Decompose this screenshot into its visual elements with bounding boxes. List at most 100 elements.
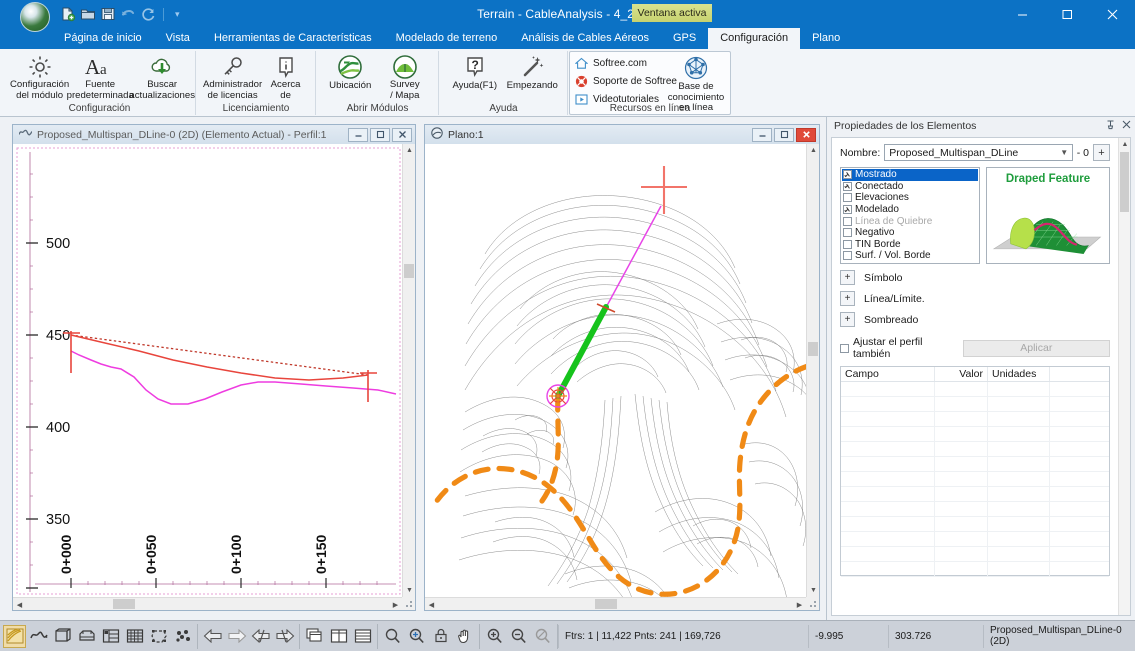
table-row[interactable] <box>841 427 1109 442</box>
checkbox[interactable] <box>843 228 852 237</box>
chevron-down-icon[interactable]: ▾ <box>175 9 180 20</box>
profile-vscroll-thumb[interactable] <box>404 264 414 278</box>
table-row[interactable] <box>841 562 1109 577</box>
scroll-right-icon[interactable]: ▶ <box>793 598 806 611</box>
close-icon[interactable] <box>1122 120 1131 133</box>
ribbon-button-administrador-de-licencias[interactable]: Administrador de licencias <box>203 53 262 101</box>
ribbon-button-ubicacion[interactable]: Ubicación <box>323 53 378 101</box>
zoom-extents-icon[interactable] <box>405 625 428 648</box>
scroll-down-icon[interactable]: ▼ <box>807 584 820 597</box>
properties-scroll-thumb[interactable] <box>1120 152 1129 212</box>
table-row[interactable] <box>841 502 1109 517</box>
ribbon-button-acerca-de[interactable]: Acerca de <box>262 53 309 101</box>
checkbox[interactable] <box>843 240 852 249</box>
points-cluster-icon[interactable] <box>171 625 194 648</box>
save-icon[interactable] <box>100 6 116 22</box>
table-row[interactable] <box>841 517 1109 532</box>
open-folder-icon[interactable] <box>80 6 96 22</box>
profile-chart[interactable]: 500 450 400 350 <box>13 144 402 597</box>
scroll-left-icon[interactable]: ◀ <box>13 598 26 611</box>
scroll-up-icon[interactable]: ▲ <box>1119 138 1131 151</box>
tile-horizontal-icon[interactable] <box>351 625 374 648</box>
close-button[interactable] <box>1090 0 1135 28</box>
new-file-icon[interactable] <box>60 6 76 22</box>
map-horizontal-scrollbar[interactable]: ◀ ▶ <box>425 597 806 610</box>
expander-simbolo[interactable]: + Símbolo <box>840 270 1110 285</box>
scroll-right-icon[interactable]: ▶ <box>389 598 402 611</box>
tab-configuracion[interactable]: Configuración <box>708 28 800 49</box>
fields-table[interactable]: Campo Valor Unidades <box>840 366 1110 576</box>
tab-analisis-de-cables-aereos[interactable]: Análisis de Cables Aéreos <box>509 28 661 49</box>
zoom-lock-icon[interactable] <box>429 625 452 648</box>
expander-sombreado[interactable]: + Sombreado <box>840 312 1110 327</box>
map-maximize-button[interactable] <box>774 128 794 142</box>
ribbon-button-fuente-predeterminada[interactable]: Aa Fuente predeterminada <box>69 53 131 101</box>
properties-vertical-scrollbar[interactable]: ▲ <box>1118 138 1130 615</box>
undo-icon[interactable] <box>120 6 136 22</box>
zoom-out-icon[interactable] <box>507 625 530 648</box>
layers-panel-icon[interactable] <box>99 625 122 648</box>
cube-3d-icon[interactable] <box>51 625 74 648</box>
scroll-up-icon[interactable]: ▲ <box>807 144 820 157</box>
profile-close-button[interactable] <box>392 128 412 142</box>
profile-window-titlebar[interactable]: Proposed_Multispan_DLine-0 (2D) (Element… <box>13 125 415 144</box>
flag-elevaciones[interactable]: Elevaciones <box>842 192 978 204</box>
map-window-titlebar[interactable]: Plano:1 <box>425 125 819 144</box>
profile-maximize-button[interactable] <box>370 128 390 142</box>
pin-icon[interactable] <box>1106 120 1115 133</box>
checkbox[interactable] <box>843 205 852 214</box>
redo-icon[interactable] <box>140 6 156 22</box>
flag-negativo[interactable]: Negativo <box>842 227 978 239</box>
window-controls[interactable] <box>1000 0 1135 28</box>
apply-button[interactable]: Aplicar <box>963 340 1110 357</box>
chevron-down-icon[interactable]: ▼ <box>1057 148 1072 157</box>
flag-conectado[interactable]: Conectado <box>842 181 978 193</box>
table-row[interactable] <box>841 382 1109 397</box>
ribbon-button-survey-mapa[interactable]: Survey / Mapa <box>378 53 433 101</box>
checkbox[interactable] <box>843 182 852 191</box>
map-close-button[interactable] <box>796 128 816 142</box>
profile-resize-grip[interactable] <box>402 597 415 610</box>
tab-herramientas-de-caracteristicas[interactable]: Herramientas de Características <box>202 28 384 49</box>
zoom-previous-icon[interactable] <box>531 625 554 648</box>
map-vertical-scrollbar[interactable]: ▲ ▼ <box>806 144 819 597</box>
scroll-down-icon[interactable]: ▼ <box>403 584 416 597</box>
ribbon-button-buscar-actualizaciones[interactable]: Buscar actualizaciones <box>131 53 193 101</box>
profile-wave-icon[interactable] <box>27 625 50 648</box>
profile-vertical-scrollbar[interactable]: ▲ ▼ <box>402 144 415 597</box>
zoom-window-icon[interactable] <box>381 625 404 648</box>
ribbon-tab-strip[interactable]: Página de inicio Vista Herramientas de C… <box>0 28 1135 49</box>
expand-button[interactable]: + <box>840 270 855 285</box>
ribbon-button-configuracion-del-modulo[interactable]: Configuración del módulo <box>10 53 69 101</box>
checkbox[interactable] <box>843 170 852 179</box>
element-flags-list[interactable]: Mostrado Conectado Elevaciones Modelado <box>840 167 980 264</box>
link-soporte-de-softree[interactable]: Soporte de Softree <box>575 73 677 89</box>
link-softree-com[interactable]: Softree.com <box>575 55 677 71</box>
tab-plano[interactable]: Plano <box>800 28 852 49</box>
tab-pagina-de-inicio[interactable]: Página de inicio <box>52 28 154 49</box>
map-vscroll-thumb[interactable] <box>808 342 818 356</box>
minimize-button[interactable] <box>1000 0 1045 28</box>
scroll-up-icon[interactable]: ▲ <box>403 144 416 157</box>
flag-modelado[interactable]: Modelado <box>842 204 978 216</box>
expander-linea-limite[interactable]: + Línea/Límite. <box>840 291 1110 306</box>
profile-minimize-button[interactable] <box>348 128 368 142</box>
table-row[interactable] <box>841 472 1109 487</box>
ribbon-button-ayuda-f1[interactable]: ? Ayuda(F1) <box>446 53 504 101</box>
tab-gps[interactable]: GPS <box>661 28 708 49</box>
tab-modelado-de-terreno[interactable]: Modelado de terreno <box>384 28 510 49</box>
quick-access-toolbar[interactable]: ▾ <box>60 4 180 24</box>
polygon-node-icon[interactable] <box>147 625 170 648</box>
adjust-profile-checkbox-row[interactable]: Ajustar el perfil también <box>840 336 957 360</box>
table-row[interactable] <box>841 412 1109 427</box>
arrow-jump-back-icon[interactable] <box>249 625 272 648</box>
arrow-back-icon[interactable] <box>201 625 224 648</box>
zoom-in-icon[interactable] <box>483 625 506 648</box>
flag-surf-vol-borde[interactable]: Surf. / Vol. Borde <box>842 250 978 262</box>
table-row[interactable] <box>841 487 1109 502</box>
section-icon[interactable] <box>75 625 98 648</box>
table-row[interactable] <box>841 547 1109 562</box>
flag-mostrado[interactable]: Mostrado <box>842 169 978 181</box>
grid-table-icon[interactable] <box>123 625 146 648</box>
arrow-forward-icon[interactable] <box>225 625 248 648</box>
